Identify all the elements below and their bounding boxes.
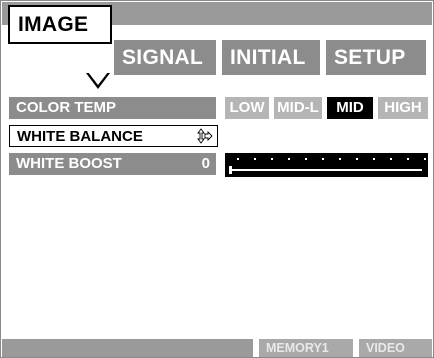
slider-tick — [305, 158, 307, 160]
input-source-indicator: VIDEO — [359, 339, 432, 357]
white-balance-label: WHITE BALANCE — [17, 128, 143, 145]
color-temp-option-mid[interactable]: MID — [327, 97, 373, 119]
slider-tick — [271, 158, 273, 160]
slider-tick — [237, 158, 239, 160]
white-boost-label: WHITE BOOST — [16, 155, 122, 172]
tab-setup[interactable]: SETUP — [326, 40, 426, 75]
color-temp-option-high[interactable]: HIGH — [378, 97, 428, 119]
white-balance-item[interactable]: WHITE BALANCE — [9, 125, 218, 147]
tab-image[interactable]: IMAGE — [8, 5, 112, 44]
slider-tick — [356, 158, 358, 160]
color-temp-label: COLOR TEMP — [16, 99, 116, 116]
slider-tick — [407, 158, 409, 160]
color-temp-option-low[interactable]: LOW — [225, 97, 269, 119]
slider-thumb[interactable] — [229, 166, 232, 174]
tab-signal[interactable]: SIGNAL — [114, 40, 216, 75]
slider-tick — [373, 158, 375, 160]
slider-track — [229, 169, 422, 171]
up-down-right-arrow-icon — [197, 128, 213, 144]
white-boost-item[interactable]: WHITE BOOST 0 — [9, 153, 216, 175]
white-boost-slider[interactable] — [225, 153, 428, 177]
slider-tick — [288, 158, 290, 160]
tab-initial[interactable]: INITIAL — [222, 40, 320, 75]
slider-tick — [254, 158, 256, 160]
color-temp-item[interactable]: COLOR TEMP — [9, 97, 216, 119]
color-temp-option-mid-l[interactable]: MID-L — [274, 97, 322, 119]
slider-tick — [424, 158, 426, 160]
slider-tick — [390, 158, 392, 160]
memory-indicator: MEMORY1 — [259, 339, 353, 357]
slider-tick — [339, 158, 341, 160]
white-boost-value: 0 — [201, 155, 210, 172]
slider-tick — [322, 158, 324, 160]
